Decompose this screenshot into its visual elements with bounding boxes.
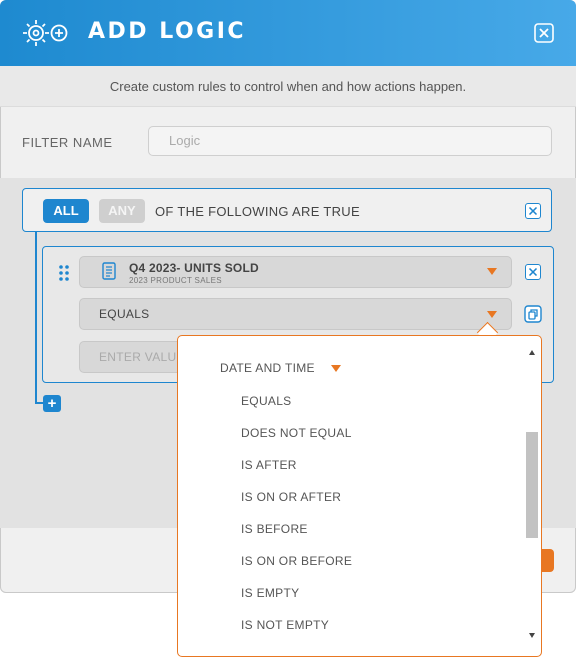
- dialog-subtitle: Create custom rules to control when and …: [109, 79, 467, 94]
- field-source: 2023 PRODUCT SALES: [129, 276, 222, 285]
- remove-group-icon[interactable]: [525, 203, 541, 219]
- drag-handle-icon[interactable]: [58, 264, 70, 282]
- field-name: Q4 2023- UNITS SOLD: [129, 261, 259, 275]
- tree-branch: [35, 402, 43, 404]
- remove-condition-icon[interactable]: [525, 264, 541, 280]
- filter-name-input[interactable]: Logic: [148, 126, 552, 156]
- subtitle-bar: Create custom rules to control when and …: [0, 66, 576, 107]
- scroll-up-icon[interactable]: [529, 350, 535, 355]
- document-icon: [102, 262, 116, 280]
- dropdown-option[interactable]: IS ON OR AFTER: [241, 490, 341, 504]
- dropdown-option[interactable]: IS AFTER: [241, 458, 297, 472]
- dropdown-option[interactable]: IS ON OR BEFORE: [241, 554, 352, 568]
- logic-header-icon: [23, 20, 68, 46]
- copy-icon[interactable]: [524, 305, 542, 323]
- dropdown-group-label[interactable]: DATE AND TIME: [220, 361, 315, 375]
- dropdown-option[interactable]: DOES NOT EQUAL: [241, 426, 352, 440]
- dropdown-option[interactable]: IS EMPTY: [241, 586, 299, 600]
- operator-value: EQUALS: [99, 307, 150, 321]
- all-toggle-button[interactable]: ALL: [43, 199, 89, 223]
- dropdown-option[interactable]: IS BEFORE: [241, 522, 308, 536]
- save-button[interactable]: [540, 549, 554, 572]
- scroll-down-icon[interactable]: [529, 633, 535, 638]
- close-icon[interactable]: [534, 23, 554, 43]
- value-placeholder: ENTER VALUE: [99, 350, 185, 364]
- dialog-title: ADD LOGIC: [88, 19, 247, 44]
- operator-dropdown: [177, 335, 542, 657]
- group-condition-text: OF THE FOLLOWING ARE TRUE: [155, 204, 360, 219]
- dropdown-option[interactable]: IS NOT EMPTY: [241, 618, 329, 632]
- add-condition-button[interactable]: +: [43, 395, 61, 412]
- dialog-header: ADD LOGIC: [0, 0, 576, 66]
- chevron-down-icon[interactable]: [331, 365, 341, 372]
- chevron-down-icon[interactable]: [487, 311, 497, 318]
- scrollbar-thumb[interactable]: [526, 432, 538, 538]
- any-toggle-button[interactable]: ANY: [99, 199, 145, 223]
- tree-line: [35, 232, 37, 404]
- dropdown-option[interactable]: EQUALS: [241, 394, 292, 408]
- filter-name-label: FILTER NAME: [22, 135, 113, 150]
- chevron-down-icon[interactable]: [487, 268, 497, 275]
